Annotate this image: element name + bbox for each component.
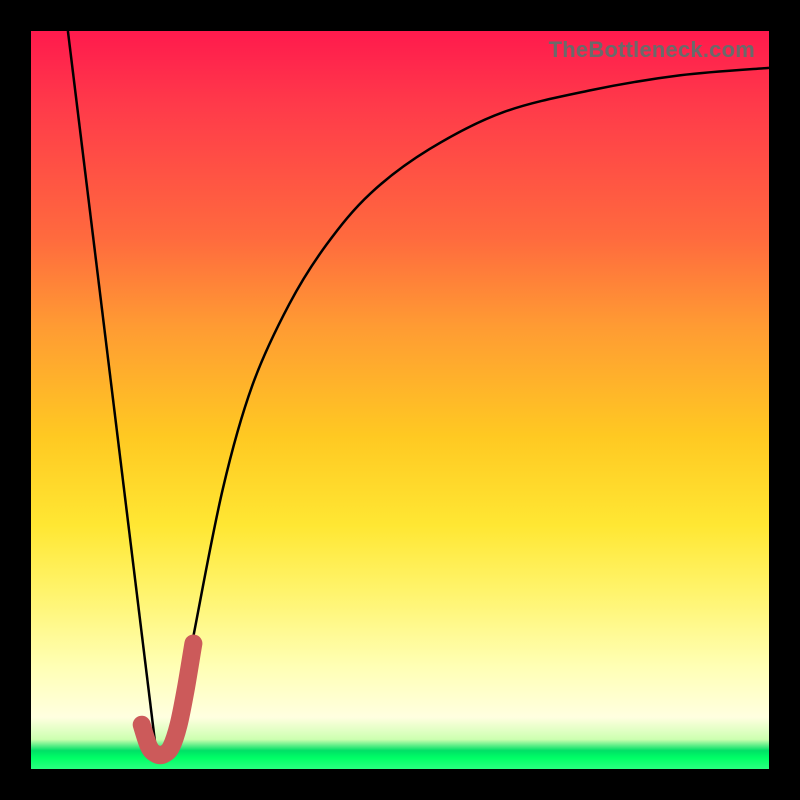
right-rise-line [171, 68, 769, 754]
curve-layer [31, 31, 769, 769]
left-descent-line [68, 31, 157, 754]
plot-area: TheBottleneck.com [31, 31, 769, 769]
chart-frame: TheBottleneck.com [0, 0, 800, 800]
